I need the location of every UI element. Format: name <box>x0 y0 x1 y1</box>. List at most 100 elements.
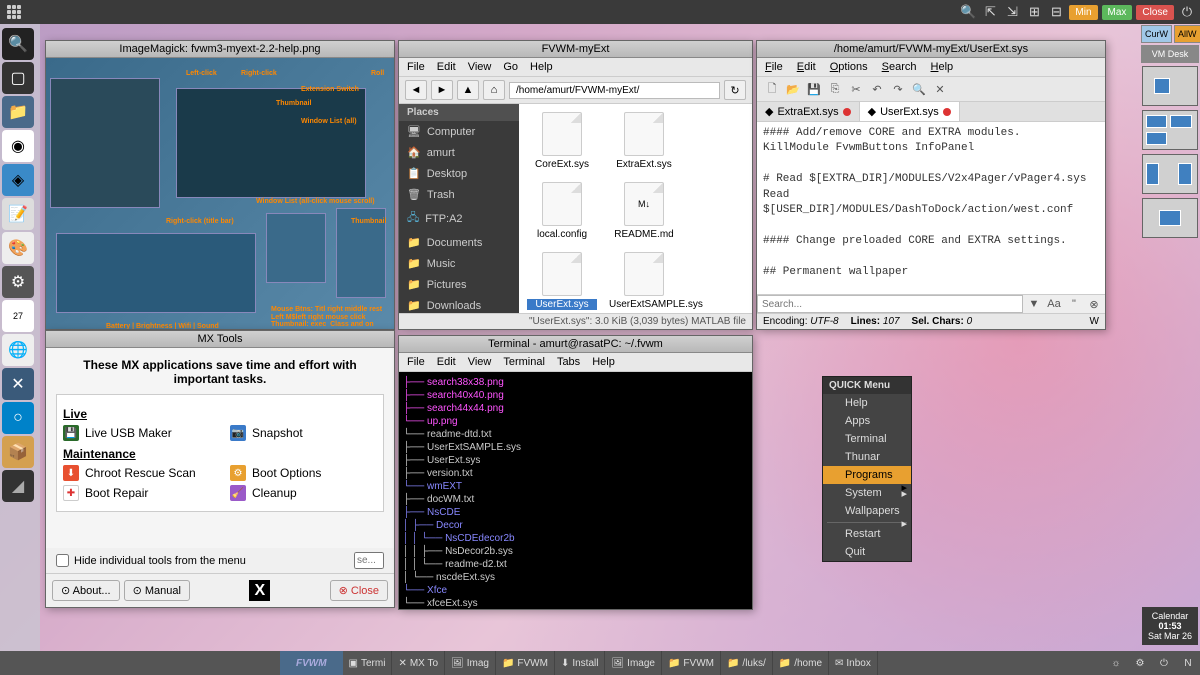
qm-apps[interactable]: Apps <box>823 412 911 430</box>
taskbar-item[interactable]: 🖼Imag <box>445 651 496 675</box>
minimize-button[interactable]: Min <box>1069 5 1097 20</box>
redo-icon[interactable]: ↷ <box>889 80 907 98</box>
save-icon[interactable]: 💾 <box>805 80 823 98</box>
tb-settings-icon[interactable]: ⚙ <box>1128 651 1152 675</box>
taskbar-item[interactable]: ✕MX To <box>392 651 445 675</box>
fm-menu-view[interactable]: View <box>468 61 492 73</box>
forward-button[interactable]: ► <box>431 80 453 100</box>
taskbar-item[interactable]: 📁/luks/ <box>721 651 773 675</box>
taskbar-item[interactable]: 📁FVWM <box>496 651 555 675</box>
qm-restart[interactable]: Restart <box>823 525 911 543</box>
sidebar-home[interactable]: 🏠amurt <box>399 142 519 163</box>
gear-dock-icon[interactable]: ⚙ <box>2 266 34 298</box>
taskbar-item[interactable]: ▣Termi <box>343 651 393 675</box>
mxtools-titlebar[interactable]: MX Tools <box>46 331 394 348</box>
qm-terminal[interactable]: Terminal <box>823 430 911 448</box>
fm-files-area[interactable]: CoreExt.sys ExtraExt.sys local.config M↓… <box>519 104 752 313</box>
chrome-dock-icon[interactable]: ◉ <box>2 130 34 162</box>
undo-icon[interactable]: ↶ <box>868 80 886 98</box>
editor-search-input[interactable] <box>757 295 1023 313</box>
pager-1[interactable] <box>1142 66 1198 106</box>
file-coreext[interactable]: CoreExt.sys <box>527 112 597 170</box>
vmdesk-button[interactable]: VM Desk <box>1141 45 1199 63</box>
tb-brightness-icon[interactable]: ☼ <box>1104 651 1128 675</box>
sidebar-music[interactable]: 📁Music <box>399 253 519 274</box>
files-dock-icon[interactable]: 📁 <box>2 96 34 128</box>
qm-wallpapers[interactable]: Wallpapers▸ <box>823 502 911 520</box>
file-userextsample[interactable]: UserExtSAMPLE.sys <box>609 252 679 310</box>
terminal-dock-icon[interactable]: ▢ <box>2 62 34 94</box>
sidebar-trash[interactable]: 🗑Trash <box>399 184 519 205</box>
import-icon[interactable]: ⇲ <box>1003 3 1021 21</box>
cut-icon[interactable]: ✂ <box>847 80 865 98</box>
fm-menu-go[interactable]: Go <box>503 61 518 73</box>
sidebar-documents[interactable]: 📁Documents <box>399 232 519 253</box>
open-icon[interactable]: 📂 <box>784 80 802 98</box>
new-icon[interactable]: 🗋 <box>763 80 781 98</box>
taskbar-item[interactable]: 📁FVWM <box>662 651 721 675</box>
file-userext[interactable]: UserExt.sys <box>527 252 597 310</box>
term-menu-help[interactable]: Help <box>592 356 615 368</box>
search-word-icon[interactable]: " <box>1065 295 1083 313</box>
snapshot-item[interactable]: 📷Snapshot <box>230 425 377 441</box>
chroot-item[interactable]: ⬇Chroot Rescue Scan <box>63 465 210 481</box>
saveas-icon[interactable]: ⎘ <box>826 80 844 98</box>
up-button[interactable]: ▲ <box>457 80 479 100</box>
bootopts-item[interactable]: ⚙Boot Options <box>230 465 377 481</box>
manual-button[interactable]: ⊙ Manual <box>124 580 190 601</box>
fm-menu-help[interactable]: Help <box>530 61 553 73</box>
search-case-icon[interactable]: Aa <box>1045 295 1063 313</box>
bootrepair-item[interactable]: ✚Boot Repair <box>63 485 210 501</box>
fvwm-logo[interactable]: FVWM <box>280 651 343 675</box>
calendar-widget[interactable]: Calendar 01:53 Sat Mar 26 <box>1142 607 1198 645</box>
tab-extraext[interactable]: ◆ ExtraExt.sys <box>757 102 860 121</box>
term-menu-tabs[interactable]: Tabs <box>557 356 580 368</box>
imagemagick-titlebar[interactable]: ImageMagick: fvwm3-myext-2.2-help.png <box>46 41 394 58</box>
mxtools-search-input[interactable] <box>354 552 384 569</box>
qm-thunar[interactable]: Thunar <box>823 448 911 466</box>
taskbar-item[interactable]: ⬇Install <box>555 651 606 675</box>
back-button[interactable]: ◄ <box>405 80 427 100</box>
ed-menu-file[interactable]: File <box>765 61 783 73</box>
ed-menu-edit[interactable]: Edit <box>797 61 816 73</box>
grid2-icon[interactable]: ⊟ <box>1047 3 1065 21</box>
box-dock-icon[interactable]: 📦 <box>2 436 34 468</box>
mxtools-close-button[interactable]: ⊗ Close <box>330 580 388 601</box>
tb-power-icon[interactable]: ⏻ <box>1152 651 1176 675</box>
about-button[interactable]: ⊙ About... <box>52 580 120 601</box>
allw-button[interactable]: AllW <box>1174 25 1200 43</box>
file-extraext[interactable]: ExtraExt.sys <box>609 112 679 170</box>
sidebar-computer[interactable]: 🖥Computer <box>399 121 519 142</box>
cloud-dock-icon[interactable]: ○ <box>2 402 34 434</box>
file-localconfig[interactable]: local.config <box>527 182 597 240</box>
refresh-button[interactable]: ↻ <box>724 80 746 100</box>
tb-n-button[interactable]: N <box>1176 651 1200 675</box>
power-icon[interactable]: ⏻ <box>1178 3 1196 21</box>
liveusb-item[interactable]: 💾Live USB Maker <box>63 425 210 441</box>
pager-4[interactable] <box>1142 198 1198 238</box>
close-button[interactable]: Close <box>1136 5 1174 20</box>
path-input[interactable]: /home/amurt/FVWM-myExt/ <box>509 82 720 99</box>
apps-grid-icon[interactable] <box>4 2 24 22</box>
terminal-titlebar[interactable]: Terminal - amurt@rasatPC: ~/.fvwm <box>399 336 752 353</box>
terminal-content[interactable]: ├── search38x38.png ├── search40x40.png … <box>399 372 752 609</box>
search-icon[interactable]: 🔍 <box>959 3 977 21</box>
term-menu-edit[interactable]: Edit <box>437 356 456 368</box>
sidebar-desktop[interactable]: 📋Desktop <box>399 163 519 184</box>
search-next-icon[interactable]: ▼ <box>1025 295 1043 313</box>
taskbar-item[interactable]: 📁/home <box>773 651 829 675</box>
editor-content[interactable]: #### Add/remove CORE and EXTRA modules. … <box>757 122 1105 294</box>
tab-userext[interactable]: ◆ UserExt.sys <box>860 102 960 121</box>
term-menu-terminal[interactable]: Terminal <box>503 356 545 368</box>
sidebar-downloads[interactable]: 📁Downloads <box>399 295 519 313</box>
pager-3[interactable] <box>1142 154 1198 194</box>
globe-dock-icon[interactable]: 🌐 <box>2 334 34 366</box>
export-icon[interactable]: ⇱ <box>981 3 999 21</box>
ed-menu-search[interactable]: Search <box>882 61 917 73</box>
maximize-button[interactable]: Max <box>1102 5 1133 20</box>
home-button[interactable]: ⌂ <box>483 80 505 100</box>
fm-menu-file[interactable]: File <box>407 61 425 73</box>
qm-quit[interactable]: Quit <box>823 543 911 561</box>
search-dock-icon[interactable]: 🔍 <box>2 28 34 60</box>
editor-titlebar[interactable]: /home/amurt/FVWM-myExt/UserExt.sys <box>757 41 1105 58</box>
